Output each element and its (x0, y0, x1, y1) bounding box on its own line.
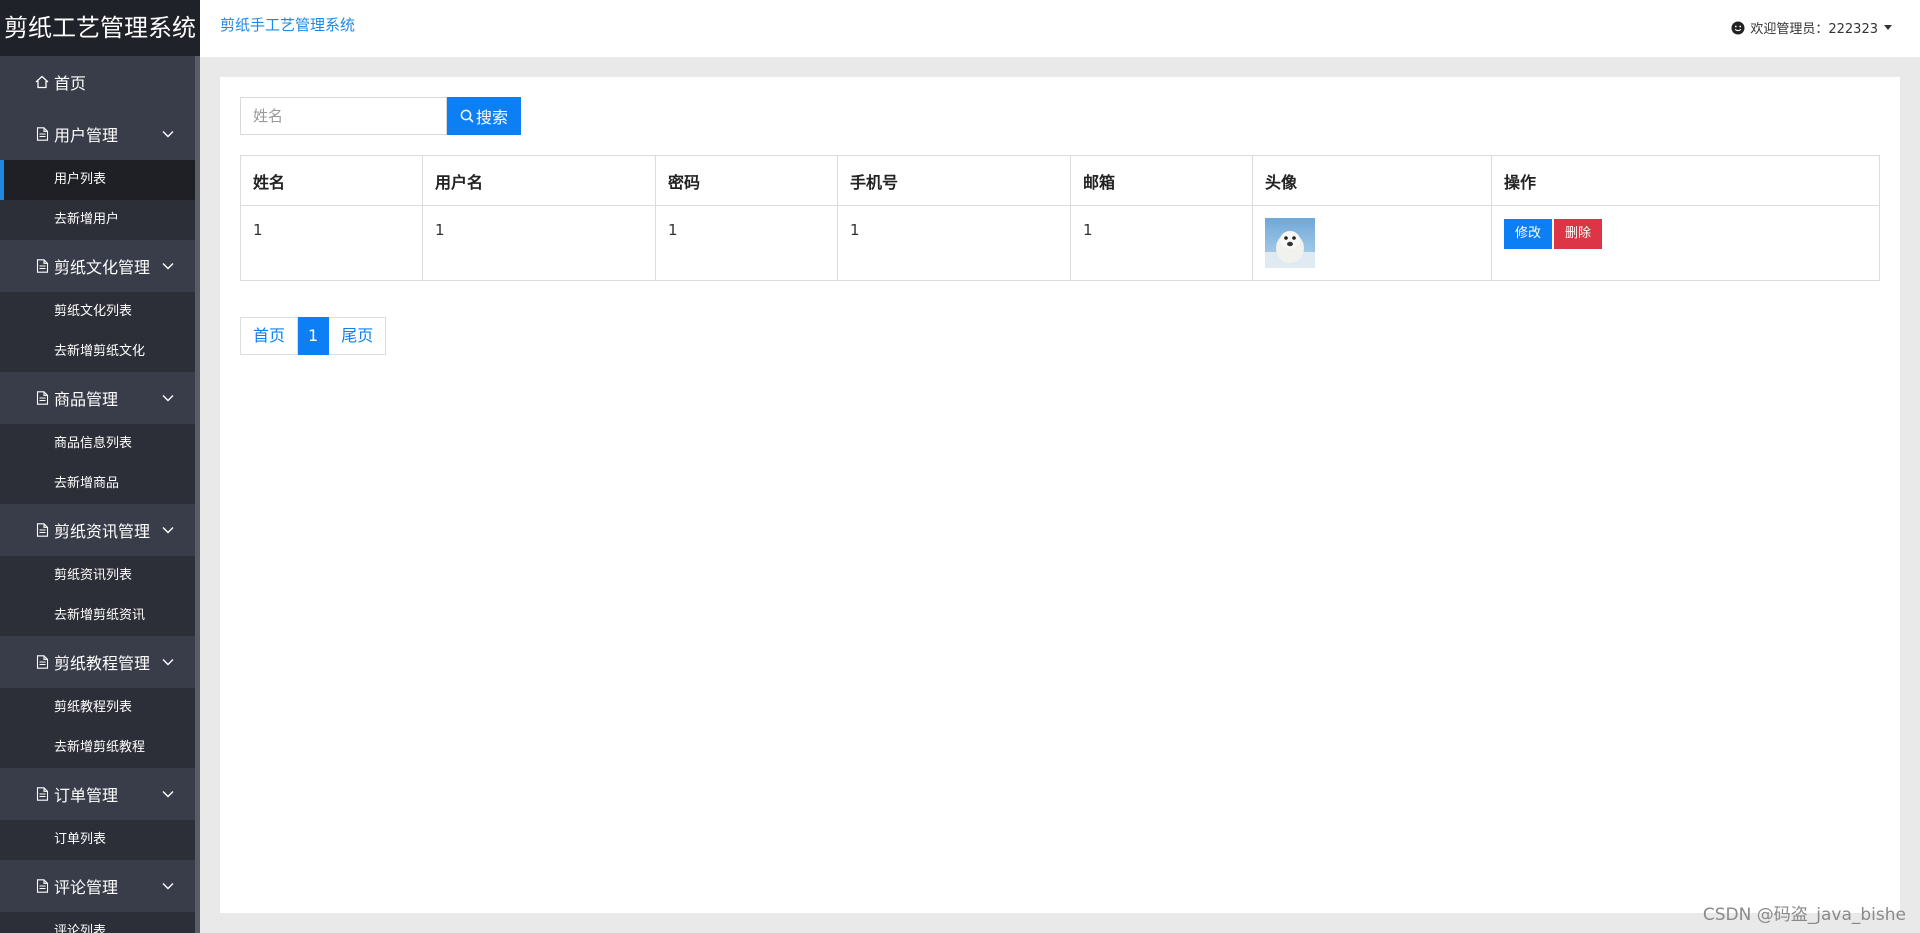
sidebar-item-goods-list[interactable]: 商品信息列表 (0, 424, 200, 464)
document-icon (34, 878, 50, 894)
cell-avatar (1252, 205, 1492, 281)
sidebar-group-user[interactable]: 用户管理 (0, 108, 200, 160)
chevron-down-icon (162, 791, 174, 798)
edit-button[interactable]: 修改 (1504, 219, 1553, 249)
home-icon (34, 74, 50, 90)
col-header-username: 用户名 (422, 155, 656, 206)
chevron-down-icon (162, 131, 174, 138)
col-header-avatar: 头像 (1252, 155, 1492, 206)
search-button[interactable]: 搜索 (447, 97, 521, 135)
document-icon (34, 786, 50, 802)
col-header-email: 邮箱 (1070, 155, 1253, 206)
caret-down-icon (1884, 25, 1892, 30)
chevron-down-icon (162, 527, 174, 534)
sidebar-item-home[interactable]: 首页 (0, 56, 200, 108)
cell-phone: 1 (837, 205, 1071, 281)
document-icon (34, 654, 50, 670)
avatar-image (1265, 218, 1315, 268)
content-card: 搜索 姓名 用户名 密码 手机号 邮箱 头像 操作 1 1 1 1 1 (220, 77, 1900, 913)
header-title[interactable]: 剪纸手工艺管理系统 (220, 14, 355, 35)
cell-name: 1 (240, 205, 423, 281)
sidebar-logo: 剪纸工艺管理系统 (0, 0, 200, 56)
sidebar-group-label: 商品管理 (54, 390, 119, 409)
sidebar-item-label: 首页 (54, 74, 87, 93)
sidebar-group-goods[interactable]: 商品管理 (0, 372, 200, 424)
chevron-down-icon (162, 659, 174, 666)
document-icon (34, 126, 50, 142)
page-current[interactable]: 1 (298, 317, 330, 355)
sidebar-item-add-user[interactable]: 去新增用户 (0, 200, 200, 240)
sidebar-group-order[interactable]: 订单管理 (0, 768, 200, 820)
sidebar-group-comment[interactable]: 评论管理 (0, 860, 200, 912)
sidebar: 剪纸工艺管理系统 首页 用户管理 用户列表 去新增用户 剪纸文化管理 剪纸文化列… (0, 0, 200, 933)
watermark: CSDN @码盗_java_bishe (1702, 905, 1906, 925)
sidebar-group-news[interactable]: 剪纸资讯管理 (0, 504, 200, 556)
search-bar: 搜索 (240, 97, 521, 135)
col-header-phone: 手机号 (837, 155, 1071, 206)
sidebar-group-label: 用户管理 (54, 126, 119, 145)
document-icon (34, 522, 50, 538)
sidebar-group-label: 剪纸资讯管理 (54, 522, 151, 541)
sidebar-item-tutorial-list[interactable]: 剪纸教程列表 (0, 688, 200, 728)
sidebar-item-news-list[interactable]: 剪纸资讯列表 (0, 556, 200, 596)
sidebar-group-tutorial[interactable]: 剪纸教程管理 (0, 636, 200, 688)
table-header-row: 姓名 用户名 密码 手机号 邮箱 头像 操作 (240, 155, 1880, 206)
document-icon (34, 390, 50, 406)
sidebar-group-culture[interactable]: 剪纸文化管理 (0, 240, 200, 292)
col-header-password: 密码 (655, 155, 838, 206)
sidebar-item-add-culture[interactable]: 去新增剪纸文化 (0, 332, 200, 372)
delete-button[interactable]: 删除 (1554, 219, 1603, 249)
cell-email: 1 (1070, 205, 1253, 281)
user-table: 姓名 用户名 密码 手机号 邮箱 头像 操作 1 1 1 1 1 修改 删除 (240, 155, 1880, 281)
page-first[interactable]: 首页 (240, 317, 299, 355)
chevron-down-icon (162, 395, 174, 402)
sidebar-item-culture-list[interactable]: 剪纸文化列表 (0, 292, 200, 332)
sidebar-item-order-list[interactable]: 订单列表 (0, 820, 200, 860)
search-icon (460, 109, 474, 123)
sidebar-item-add-goods[interactable]: 去新增商品 (0, 464, 200, 504)
page-last[interactable]: 尾页 (329, 317, 387, 355)
sidebar-scrollbar[interactable] (195, 56, 200, 933)
sidebar-item-add-news[interactable]: 去新增剪纸资讯 (0, 596, 200, 636)
pagination: 首页 1 尾页 (240, 317, 387, 355)
chevron-down-icon (162, 883, 174, 890)
user-menu[interactable]: 欢迎管理员：222323 (1731, 18, 1892, 37)
document-icon (34, 258, 50, 274)
table-row: 1 1 1 1 1 修改 删除 (240, 205, 1880, 281)
sidebar-group-label: 剪纸文化管理 (54, 258, 151, 277)
cell-username: 1 (422, 205, 656, 281)
sidebar-item-user-list[interactable]: 用户列表 (0, 160, 200, 200)
cell-password: 1 (655, 205, 838, 281)
search-button-label: 搜索 (475, 108, 508, 127)
user-greeting: 欢迎管理员：222323 (1750, 22, 1878, 37)
top-header: 剪纸手工艺管理系统 欢迎管理员：222323 (200, 0, 1920, 57)
cell-actions: 修改 删除 (1491, 205, 1880, 281)
sidebar-group-label: 剪纸教程管理 (54, 654, 151, 673)
col-header-name: 姓名 (240, 155, 423, 206)
sidebar-group-label: 订单管理 (54, 786, 119, 805)
sidebar-item-comment-list[interactable]: 评论列表 (0, 912, 200, 933)
user-smile-icon (1731, 21, 1745, 34)
col-header-actions: 操作 (1491, 155, 1880, 206)
search-input[interactable] (240, 97, 447, 135)
chevron-down-icon (162, 263, 174, 270)
sidebar-group-label: 评论管理 (54, 878, 119, 897)
sidebar-item-add-tutorial[interactable]: 去新增剪纸教程 (0, 728, 200, 768)
